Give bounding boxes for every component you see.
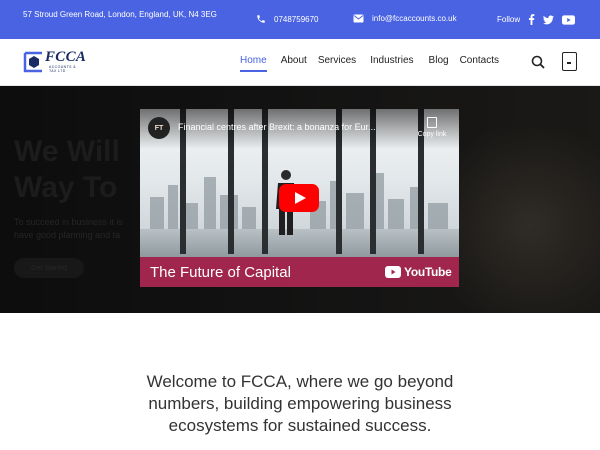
youtube-logo[interactable]: YouTube — [385, 265, 452, 279]
copy-link-button[interactable]: Copy link — [412, 117, 452, 138]
mail-icon — [353, 14, 364, 23]
youtube-play-icon — [385, 266, 401, 278]
address-text: 57 Stroud Green Road, London, England, U… — [23, 10, 217, 19]
video-floor — [140, 229, 459, 259]
main-nav: Home About Services Industries Blog Cont… — [240, 55, 499, 72]
play-button-icon[interactable] — [279, 184, 319, 212]
phone-contact[interactable]: 0748759670 — [256, 14, 319, 24]
nav-industries[interactable]: Industries — [370, 55, 413, 66]
logo-mark-icon — [23, 51, 42, 73]
email-contact[interactable]: info@fccaccounts.co.uk — [353, 14, 457, 23]
youtube-video-player[interactable]: FT Financial centres after Brexit: a bon… — [140, 109, 459, 287]
email-address[interactable]: info@fccaccounts.co.uk — [372, 14, 457, 23]
youtube-label: YouTube — [404, 265, 452, 279]
phone-icon — [257, 15, 265, 23]
cart-icon[interactable] — [562, 52, 577, 71]
video-title[interactable]: Financial centres after Brexit: a bonanz… — [178, 122, 403, 132]
nav-home[interactable]: Home — [240, 55, 267, 72]
nav-services[interactable]: Services — [318, 55, 356, 66]
youtube-icon[interactable] — [562, 14, 576, 25]
facebook-icon[interactable] — [528, 14, 535, 25]
logo-subtext: ACCOUNTS & TAX LTD — [49, 65, 76, 73]
welcome-text: Welcome to FCCA, where we go beyond numb… — [100, 371, 500, 437]
main-header: FCCA ACCOUNTS & TAX LTD Home About Servi… — [0, 39, 600, 86]
phone-number[interactable]: 0748759670 — [274, 15, 319, 24]
twitter-icon[interactable] — [543, 14, 555, 25]
site-logo[interactable]: FCCA ACCOUNTS & TAX LTD — [23, 49, 87, 75]
copy-icon — [427, 117, 437, 128]
welcome-line1: Welcome to FCCA, where we go beyond — [146, 372, 454, 391]
top-info-bar: 57 Stroud Green Road, London, England, U… — [0, 0, 600, 39]
welcome-line2: numbers, building empowering business — [148, 394, 452, 413]
channel-avatar[interactable]: FT — [148, 117, 170, 139]
nav-about[interactable]: About — [281, 55, 307, 66]
logo-text: FCCA — [45, 49, 87, 65]
video-banner-text: The Future of Capital — [150, 264, 291, 281]
search-icon[interactable] — [531, 55, 545, 69]
follow-label: Follow — [497, 15, 521, 24]
nav-blog[interactable]: Blog — [429, 55, 449, 66]
social-follow: Follow — [497, 14, 576, 25]
nav-contacts[interactable]: Contacts — [460, 55, 499, 66]
copy-link-label: Copy link — [417, 131, 447, 138]
welcome-line3: ecosystems for sustained success. — [168, 416, 432, 435]
